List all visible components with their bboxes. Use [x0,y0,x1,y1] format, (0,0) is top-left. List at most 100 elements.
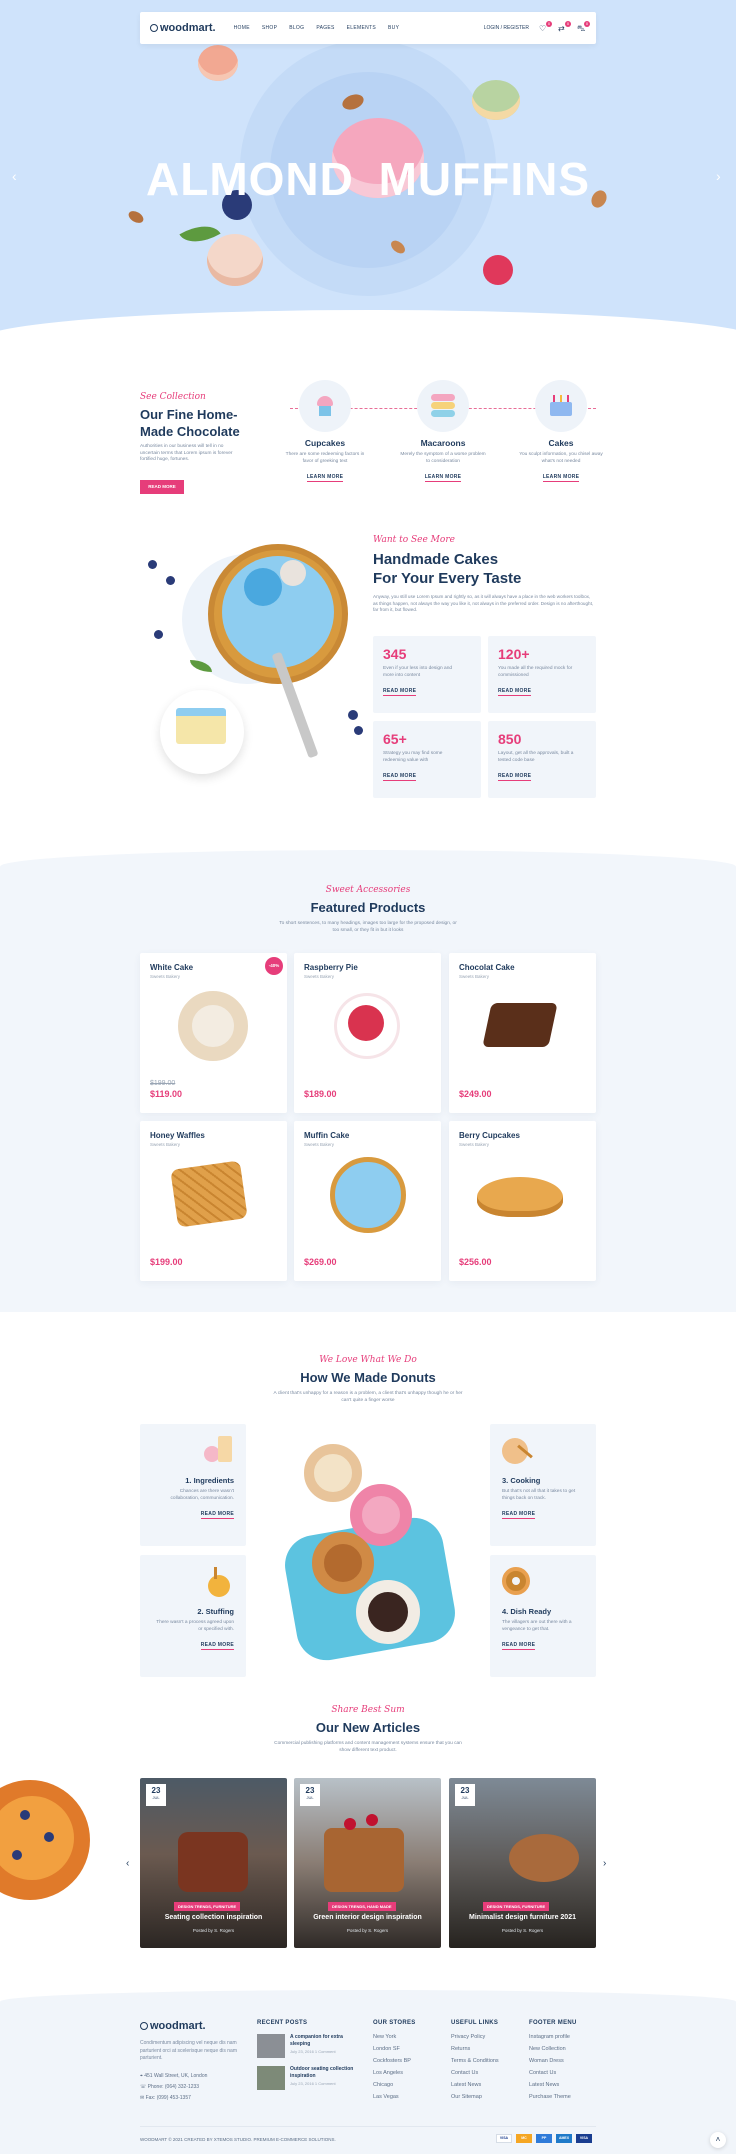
recent-post-title[interactable]: Outdoor seating collection inspiration [290,2066,357,2079]
visa-icon: VISA [496,2134,512,2143]
footer-link[interactable]: Our Sitemap [451,2094,521,2100]
recent-post-title[interactable]: A companion for extra sleeping [290,2034,357,2047]
articles-kicker: Share Best Sum [331,1705,405,1715]
footer-recent-posts: RECENT POSTS A companion for extra sleep… [257,2020,357,2090]
collection-read-more-button[interactable]: READ MORE [140,480,184,494]
compare-icon[interactable]: ⇄ 0 [558,20,571,33]
article-title[interactable]: Green interior design inspiration [294,1914,441,1921]
product-card[interactable]: White Cake Sweets Bakery -40% $199.00 $1… [140,953,287,1113]
footer-link[interactable]: Contact Us [451,2070,521,2076]
login-register-link[interactable]: LOGIN / REGISTER [484,25,529,31]
footer-link[interactable]: Latest News [529,2082,599,2088]
footer-link[interactable]: New Collection [529,2046,599,2052]
article-date-month: JUL [152,1795,160,1800]
step-read-more[interactable]: READ MORE [200,1511,234,1519]
product-name[interactable]: Raspberry Pie [304,963,358,972]
recent-post[interactable]: Outdoor seating collection inspiration J… [257,2066,357,2090]
wishlist-icon[interactable]: ♡ 0 [539,20,552,33]
stat-read-more[interactable]: READ MORE [383,688,417,696]
product-name[interactable]: White Cake [150,963,193,972]
footer-link[interactable]: Los Angeles [373,2070,443,2076]
article-card[interactable]: 23 JUL DESIGN TRENDS, HAND MADE Green in… [294,1778,441,1948]
nav-item-elements[interactable]: ELEMENTS [347,25,376,31]
product-card[interactable]: Chocolat Cake Sweets Bakery $249.00 [449,953,596,1113]
collection-item-learn-more[interactable]: LEARN MORE [542,474,580,482]
footer-link[interactable]: Terms & Conditions [451,2058,521,2064]
product-card[interactable]: Muffin Cake Sweets Bakery $269.00 [294,1121,441,1281]
stat-read-more[interactable]: READ MORE [498,773,532,781]
articles-prev-arrow[interactable]: ‹ [126,1858,129,1869]
footer-logo[interactable]: woodmart. [140,2020,240,2032]
step-read-more[interactable]: READ MORE [200,1642,234,1650]
step-card: 3. Cooking But that's not all that it ta… [490,1424,596,1546]
stat-value: 65+ [383,731,407,747]
recent-post[interactable]: A companion for extra sleeping July 23, … [257,2034,357,2058]
article-title[interactable]: Seating collection inspiration [140,1914,287,1921]
cooking-icon [502,1436,533,1466]
nav-item-buy[interactable]: BUY [388,25,399,31]
collection-item-learn-more[interactable]: LEARN MORE [306,474,344,482]
step-text: There wasn't a process agreed upon or sp… [156,1620,234,1632]
stat-card: 345 Even if your less into design and mo… [373,636,481,713]
recent-post-thumb [257,2066,285,2090]
nav-item-pages[interactable]: PAGES [316,25,334,31]
phone-icon: ☏ [140,2083,147,2090]
collection-item-learn-more[interactable]: LEARN MORE [424,474,462,482]
collection-item-text: Merely the symptom of a worse problem to… [400,452,486,464]
slider-prev-arrow[interactable]: ‹ [12,168,17,184]
articles-text: Commercial publishing platforms and cont… [274,1741,462,1753]
scroll-to-top-button[interactable]: ˄ [710,2132,726,2148]
footer-link[interactable]: Cockfosters BP [373,2058,443,2064]
slider-next-arrow[interactable]: › [716,168,721,184]
collection-item-macaroons: Macaroons Merely the symptom of a worse … [398,380,488,483]
article-card[interactable]: 23 JUL DESIGN TRENDS, FURNITURE Minimali… [449,1778,596,1948]
article-date-month: JUL [306,1795,314,1800]
stat-read-more[interactable]: READ MORE [498,688,532,696]
footer-divider [140,2126,596,2127]
article-tags[interactable]: DESIGN TRENDS, FURNITURE [483,1902,550,1911]
product-name[interactable]: Honey Waffles [150,1131,205,1140]
nav-item-shop[interactable]: SHOP [262,25,277,31]
footer-link[interactable]: Latest News [451,2082,521,2088]
footer-link[interactable]: New York [373,2034,443,2040]
product-name[interactable]: Chocolat Cake [459,963,515,972]
stat-read-more[interactable]: READ MORE [383,773,417,781]
step-read-more[interactable]: READ MORE [502,1511,536,1519]
footer-link[interactable]: Privacy Policy [451,2034,521,2040]
paypal-icon: PP [536,2134,552,2143]
footer-link[interactable]: London SF [373,2046,443,2052]
article-meta: Posted by S. Rogers [501,1928,544,1933]
product-card[interactable]: Honey Waffles Sweets Bakery $199.00 [140,1121,287,1281]
nav-item-home[interactable]: HOME [234,25,250,31]
articles-next-arrow[interactable]: › [603,1858,606,1869]
cakes-title: Handmade Cakes For Your Every Taste [373,550,596,588]
product-image-berry-cupcakes [477,1177,563,1217]
footer-link[interactable]: Contact Us [529,2070,599,2076]
article-card[interactable]: 23 JUL DESIGN TRENDS, FURNITURE Seating … [140,1778,287,1948]
step-read-more[interactable]: READ MORE [502,1642,536,1650]
article-date-month: JUL [461,1795,469,1800]
product-name[interactable]: Berry Cupcakes [459,1131,520,1140]
footer-link[interactable]: Purchase Theme [529,2094,599,2100]
article-title[interactable]: Minimalist design furniture 2021 [449,1914,596,1921]
product-card[interactable]: Raspberry Pie Sweets Bakery $189.00 [294,953,441,1113]
cart-icon[interactable]: ⛍ 0 [577,20,590,33]
footer-link[interactable]: Chicago [373,2082,443,2088]
product-card[interactable]: Berry Cupcakes Sweets Bakery $256.00 [449,1121,596,1281]
footer-link[interactable]: Woman Dress [529,2058,599,2064]
footer-link[interactable]: Instagram profile [529,2034,599,2040]
product-name[interactable]: Muffin Cake [304,1131,349,1140]
article-date: 23 JUL [455,1784,475,1806]
footer-stores: OUR STORES New York London SF Cockfoster… [373,2020,443,2106]
macaron-green [472,80,520,120]
footer-link[interactable]: Las Vegas [373,2094,443,2100]
site-logo[interactable]: woodmart. [150,22,216,34]
article-tags[interactable]: DESIGN TRENDS, HAND MADE [328,1902,396,1911]
product-category: Sweets Bakery [304,1142,335,1147]
nav-item-blog[interactable]: BLOG [289,25,304,31]
featured-text: To short sentences, to many headings, im… [279,921,457,933]
location-icon: ⌖ [140,2072,143,2079]
article-tags[interactable]: DESIGN TRENDS, FURNITURE [174,1902,241,1911]
footer-link[interactable]: Returns [451,2046,521,2052]
step-text: Chances are there wasn't collaboration, … [170,1489,234,1501]
